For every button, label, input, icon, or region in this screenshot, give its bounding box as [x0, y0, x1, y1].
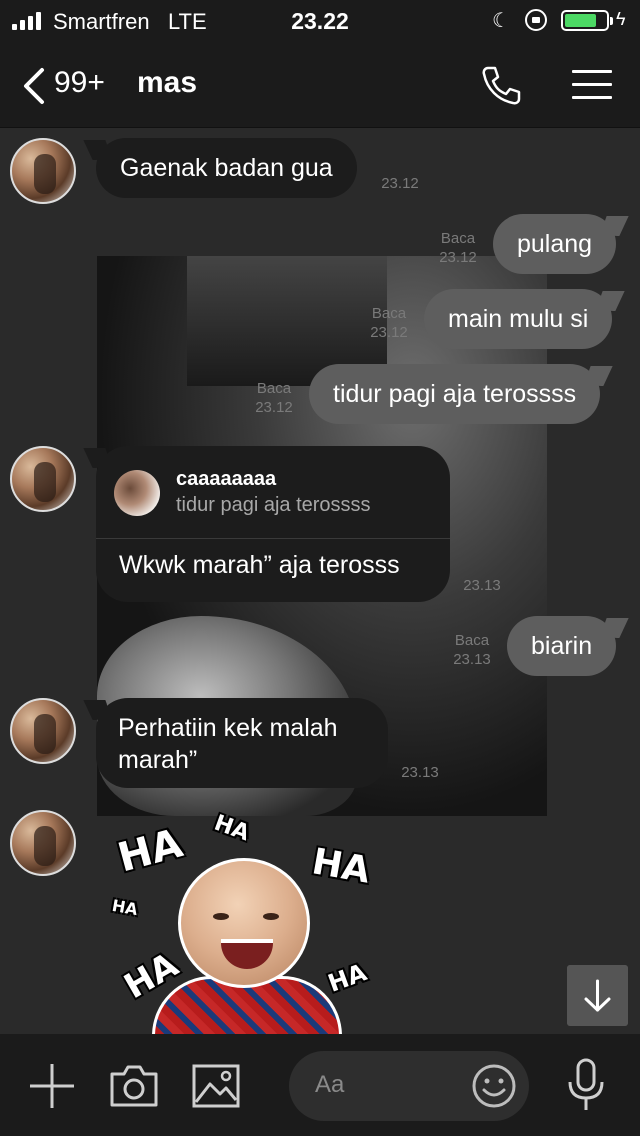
- plus-icon[interactable]: [28, 1062, 76, 1110]
- battery-fill: [565, 14, 597, 27]
- read-receipt: Baca 23.12: [255, 380, 293, 416]
- sticker-text: HA: [110, 895, 140, 920]
- sticker-text: HA: [210, 810, 253, 847]
- message-text: Wkwk marah” aja terosss: [119, 551, 400, 579]
- microphone-icon[interactable]: [566, 1058, 606, 1112]
- quoted-avatar: [114, 470, 160, 516]
- message-time: 23.13: [453, 651, 491, 668]
- message-time: 23.13: [401, 764, 439, 781]
- message-time: 23.12: [370, 324, 408, 341]
- laughing-baby-sticker[interactable]: HA HA HA HA HA HA: [106, 811, 374, 1034]
- message-bubble-outgoing[interactable]: tidur pagi aja terossss: [309, 364, 601, 424]
- chat-area[interactable]: Gaenak badan gua 23.12 Baca 23.12 pulang …: [0, 128, 640, 1034]
- sticker-text: HA: [308, 841, 374, 892]
- read-receipt: Baca 23.12: [370, 305, 408, 341]
- message-input[interactable]: Aa: [289, 1051, 529, 1121]
- message-bubble-incoming[interactable]: Perhatiin kek malah marah”: [96, 698, 388, 788]
- message-input-bar: Aa: [0, 1034, 640, 1136]
- message-time: 23.12: [381, 175, 419, 192]
- read-receipt: Baca 23.12: [439, 230, 477, 266]
- message-time: 23.12: [255, 399, 293, 416]
- reply-divider: [96, 538, 450, 539]
- unread-count[interactable]: 99+: [54, 66, 105, 100]
- menu-icon[interactable]: [572, 70, 612, 100]
- message-text: main mulu si: [448, 305, 589, 333]
- avatar[interactable]: [10, 138, 76, 204]
- message-bubble-incoming[interactable]: Gaenak badan gua: [96, 138, 357, 198]
- rotation-lock-icon: [525, 9, 547, 31]
- input-placeholder: Aa: [315, 1071, 345, 1098]
- avatar[interactable]: [10, 698, 76, 764]
- message-text: Perhatiin kek malah marah”: [118, 714, 338, 774]
- arrow-down-icon[interactable]: [567, 965, 628, 1026]
- battery-icon: [561, 10, 613, 31]
- message-time: 23.12: [439, 249, 477, 266]
- message-text: pulang: [517, 230, 593, 258]
- back-chevron-icon[interactable]: [18, 66, 58, 106]
- avatar[interactable]: [10, 810, 76, 876]
- phone-icon[interactable]: [478, 62, 524, 108]
- do-not-disturb-icon: ☾: [492, 10, 510, 32]
- camera-icon[interactable]: [109, 1064, 159, 1108]
- message-bubble-outgoing[interactable]: biarin: [507, 616, 617, 676]
- message-bubble-outgoing[interactable]: main mulu si: [424, 289, 613, 349]
- message-text: Gaenak badan gua: [120, 154, 333, 182]
- status-bar: Smartfren LTE 23.22 ☾ ϟ: [0, 0, 640, 40]
- reply-message-bubble[interactable]: caaaaaaaa tidur pagi aja terossss Wkwk m…: [96, 446, 450, 602]
- quoted-sender-name: caaaaaaaa: [176, 468, 277, 490]
- emoji-icon[interactable]: [471, 1063, 517, 1109]
- read-receipt: Baca 23.13: [453, 632, 491, 668]
- sticker-face: [178, 858, 310, 988]
- quoted-message-text: tidur pagi aja terossss: [176, 494, 371, 516]
- message-time: 23.13: [463, 577, 501, 594]
- charging-icon: ϟ: [616, 9, 626, 29]
- contact-name[interactable]: mas: [137, 66, 197, 100]
- message-text: tidur pagi aja terossss: [333, 380, 577, 408]
- message-text: biarin: [531, 632, 593, 660]
- sticker-text: HA: [324, 958, 371, 998]
- chat-header: 99+ mas: [0, 40, 640, 128]
- image-icon[interactable]: [192, 1064, 240, 1108]
- avatar[interactable]: [10, 446, 76, 512]
- sticker-text: HA: [113, 820, 188, 882]
- message-bubble-outgoing[interactable]: pulang: [493, 214, 617, 274]
